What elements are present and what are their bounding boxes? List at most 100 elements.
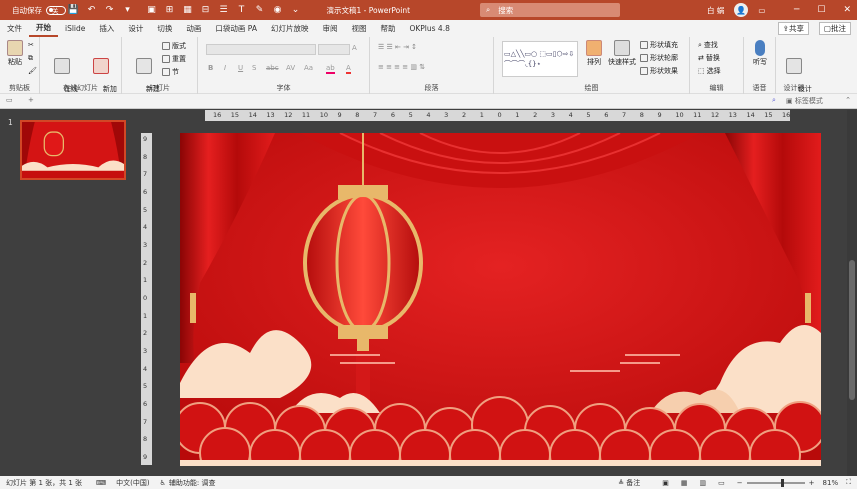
font-size-combo[interactable]: [318, 44, 350, 55]
section-button[interactable]: 节: [162, 67, 179, 77]
vruler-tick: 1: [143, 276, 148, 285]
comments-button[interactable]: ▢ 批注: [818, 22, 851, 35]
shapes-gallery[interactable]: ▭△╲╲▭○ ⬚▭▯⬡⇨⇩ ⌒⌒⌒◟{}⋆: [502, 41, 578, 77]
accessibility-status[interactable]: 辅助功能: 调查: [169, 478, 216, 488]
zoom-level[interactable]: 81%: [823, 479, 839, 487]
arrange-button[interactable]: 排列: [582, 40, 606, 67]
zoom-in-icon[interactable]: +: [809, 479, 815, 487]
collapse-ribbon-icon[interactable]: ⌃: [845, 96, 851, 104]
align-icon[interactable]: ⊟: [199, 5, 213, 15]
tab-6[interactable]: 动画: [179, 20, 208, 37]
language[interactable]: 中文(中国): [116, 478, 149, 488]
cut-icon[interactable]: ✂: [28, 41, 34, 49]
bullet-icon[interactable]: ☰: [217, 5, 231, 15]
shape-fill-button[interactable]: 形状填充: [640, 40, 678, 50]
tab-3[interactable]: 插入: [92, 20, 121, 37]
normal-view-icon[interactable]: ▣: [662, 479, 669, 487]
tag-mode-button[interactable]: ▣ 标签模式: [786, 96, 823, 106]
maximize-button[interactable]: ☐: [817, 5, 825, 15]
italic-button[interactable]: I: [224, 64, 226, 72]
align-icons[interactable]: ≡ ≡ ≡ ≡ ▥ ⇅: [378, 63, 425, 71]
bold-button[interactable]: B: [208, 64, 213, 72]
close-button[interactable]: ✕: [843, 5, 851, 15]
tab-7[interactable]: 口袋动画 PA: [208, 20, 264, 37]
spellcheck-icon[interactable]: ⌨: [96, 479, 106, 487]
format-painter-icon[interactable]: 🖌: [28, 67, 37, 75]
zoom-out-icon[interactable]: −: [737, 479, 743, 487]
shadow-button[interactable]: S: [252, 64, 256, 72]
quick-styles-button[interactable]: 快速样式: [608, 40, 636, 67]
scrollbar-thumb[interactable]: [849, 260, 855, 400]
qat-more-icon[interactable]: ▾: [121, 5, 135, 15]
select-button[interactable]: ⬚ 选择: [698, 66, 721, 76]
slideshow-view-icon[interactable]: ▭: [718, 479, 725, 487]
tab-4[interactable]: 设计: [121, 20, 150, 37]
tab-10[interactable]: 视图: [344, 20, 373, 37]
slides-view-icon[interactable]: ▭: [6, 96, 13, 104]
present-icon[interactable]: ▣: [145, 5, 159, 15]
window-controls: ─ ☐ ✕: [794, 0, 851, 20]
bullets-icon[interactable]: ☰ ☰ ⇤ ⇥ ↕: [378, 43, 417, 51]
fit-slide-icon[interactable]: ⛶: [846, 478, 851, 487]
tab-12[interactable]: OKPlus 4.8: [402, 20, 456, 37]
font-color-button[interactable]: A: [346, 64, 351, 74]
slideshow-icon[interactable]: ⊞: [163, 5, 177, 15]
tab-0[interactable]: 文件: [0, 20, 29, 37]
redo-icon[interactable]: ↷: [103, 5, 117, 15]
pen-icon[interactable]: ✎: [253, 5, 267, 15]
replace-button[interactable]: ⇄ 替换: [698, 53, 720, 63]
minimize-button[interactable]: ─: [794, 5, 799, 15]
horizontal-ruler[interactable]: 16 15 14 13 12 11 10 9 8 7 6 5 4 3 2 1 0 1 2 3 4 5 6 7 8 9 10 11 12 1…: [205, 110, 790, 121]
reading-view-icon[interactable]: ▥: [700, 479, 707, 487]
text-icon[interactable]: T: [235, 5, 249, 15]
toggle-switch[interactable]: [46, 5, 66, 15]
user-name: 白 蜗: [707, 5, 725, 15]
underline-button[interactable]: U: [238, 64, 243, 72]
tab-11[interactable]: 帮助: [373, 20, 402, 37]
shape-outline-button[interactable]: 形状轮廓: [640, 53, 678, 63]
paste-button[interactable]: 粘贴: [4, 40, 26, 67]
add-icon[interactable]: +: [28, 96, 34, 104]
comment-icon: ▢: [823, 24, 831, 33]
autosave-toggle[interactable]: 自动保存 关: [12, 5, 66, 16]
copy-icon[interactable]: ⧉: [28, 54, 33, 63]
slide-canvas[interactable]: [180, 133, 821, 466]
tab-2[interactable]: iSlide: [58, 20, 92, 37]
customize-icon[interactable]: ⌄: [289, 5, 303, 15]
vertical-ruler[interactable]: 9 8 7 6 5 4 3 2 1 0 1 2 3 4 5 6 7 8 9: [141, 133, 152, 465]
grid-icon[interactable]: ▦: [181, 5, 195, 15]
strike-button[interactable]: abc: [266, 64, 279, 72]
shape-effect-button[interactable]: 形状效果: [640, 66, 678, 76]
accessibility-icon[interactable]: ♿: [160, 479, 166, 487]
change-case-button[interactable]: Aa: [304, 64, 313, 72]
vertical-scrollbar[interactable]: [847, 110, 857, 476]
save-icon[interactable]: 💾: [67, 5, 81, 15]
share-button[interactable]: ⇪ 共享: [777, 22, 809, 35]
search-box[interactable]: ⌕ 搜索: [480, 3, 620, 17]
slide-thumbnail[interactable]: [20, 120, 126, 180]
group-label-font: 字体: [276, 84, 291, 92]
color-icon[interactable]: ◉: [271, 5, 285, 15]
find-label: 查找: [703, 41, 718, 49]
sorter-view-icon[interactable]: ▦: [681, 479, 688, 487]
zoom-slider[interactable]: [746, 478, 805, 487]
user-account[interactable]: 白 蜗 👤 ▭: [707, 0, 765, 20]
undo-icon[interactable]: ↶: [85, 5, 99, 15]
layout-button[interactable]: 版式: [162, 41, 186, 51]
tab-1[interactable]: 开始: [29, 20, 58, 37]
find-button[interactable]: ⌕ 查找: [698, 40, 718, 50]
avatar[interactable]: 👤: [734, 3, 749, 17]
reset-button[interactable]: 重置: [162, 54, 186, 64]
font-name-combo[interactable]: [206, 44, 316, 55]
tab-5[interactable]: 切换: [150, 20, 179, 37]
dictate-button[interactable]: 听写: [748, 40, 772, 67]
tab-9[interactable]: 审阅: [315, 20, 344, 37]
grow-font-icon[interactable]: A: [352, 44, 357, 52]
zoom-slider-thumb[interactable]: [780, 478, 784, 487]
ribbon-display-icon[interactable]: ▭: [758, 6, 765, 15]
tab-8[interactable]: 幻灯片放映: [264, 20, 316, 37]
char-spacing-button[interactable]: AV: [286, 64, 295, 72]
notes-button[interactable]: ≜ 备注: [618, 478, 640, 488]
tag-icon[interactable]: ⌕: [772, 96, 776, 105]
highlight-button[interactable]: ab: [326, 64, 335, 74]
